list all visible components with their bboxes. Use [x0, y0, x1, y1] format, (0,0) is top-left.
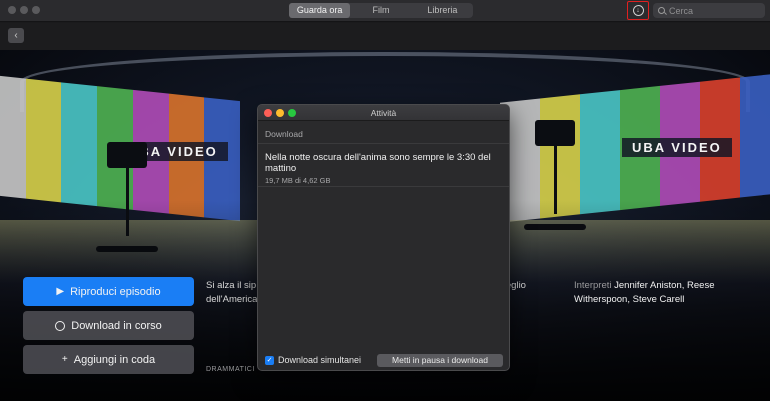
view-switcher: Guarda ora Film Libreria — [289, 3, 473, 18]
minimize-window-button[interactable] — [20, 6, 28, 14]
download-item-title: Nella notte oscura dell'anima sono sempr… — [265, 152, 491, 174]
download-item-progress: 19,7 MB di 4,62 GB — [265, 176, 331, 185]
play-episode-button[interactable]: ▶ Riproduci episodio — [23, 277, 194, 306]
chevron-left-icon: ‹ — [14, 30, 18, 41]
activity-window: Attività Download Nella notte oscura del… — [257, 104, 510, 371]
simultaneous-downloads-label: Download simultanei — [278, 355, 362, 365]
pause-downloads-button[interactable]: Metti in pausa i download — [377, 353, 503, 367]
uba-video-logo-right: UBA VIDEO — [622, 138, 732, 157]
download-in-progress-label: Download in corso — [71, 319, 162, 332]
tab-guarda-ora[interactable]: Guarda ora — [289, 3, 351, 18]
download-progress-icon: ↓ — [632, 5, 644, 16]
add-to-queue-button[interactable]: + Aggiungi in coda — [23, 345, 194, 374]
search-icon — [658, 7, 665, 14]
activity-title-bar: Attività — [258, 105, 509, 121]
simultaneous-downloads-checkbox[interactable]: ✓ Download simultanei — [265, 355, 361, 365]
activity-footer: ✓ Download simultanei Metti in pausa i d… — [265, 353, 503, 367]
add-to-queue-label: Aggiungi in coda — [73, 353, 156, 366]
download-in-progress-button[interactable]: Download in corso — [23, 311, 194, 340]
zoom-window-button[interactable] — [32, 6, 40, 14]
tab-libreria[interactable]: Libreria — [412, 3, 473, 18]
download-item[interactable]: Nella notte oscura dell'anima sono sempr… — [258, 143, 509, 187]
activity-title: Attività — [370, 108, 397, 118]
cast-label: Interpreti — [574, 280, 612, 291]
genre-label: DRAMMATICI — [206, 366, 255, 373]
activity-downloads-button[interactable]: ↓ — [627, 1, 649, 20]
play-icon: ▶ — [56, 286, 65, 297]
download-section-header: Download — [265, 129, 303, 139]
close-window-button[interactable] — [8, 6, 16, 14]
checkmark-icon: ✓ — [265, 355, 274, 365]
tab-film[interactable]: Film — [350, 3, 411, 18]
search-input[interactable] — [669, 5, 759, 16]
back-button[interactable]: ‹ — [8, 28, 24, 43]
play-episode-label: Riproduci episodio — [70, 285, 161, 298]
title-bar: Guarda ora Film Libreria ↓ — [0, 0, 770, 22]
download-progress-ring-icon — [55, 320, 66, 331]
search-field[interactable] — [653, 3, 765, 18]
plus-icon: + — [61, 354, 68, 365]
cast-info: Interpreti Jennifer Aniston, Reese Withe… — [574, 279, 754, 307]
navigation-bar: ‹ — [0, 23, 770, 50]
